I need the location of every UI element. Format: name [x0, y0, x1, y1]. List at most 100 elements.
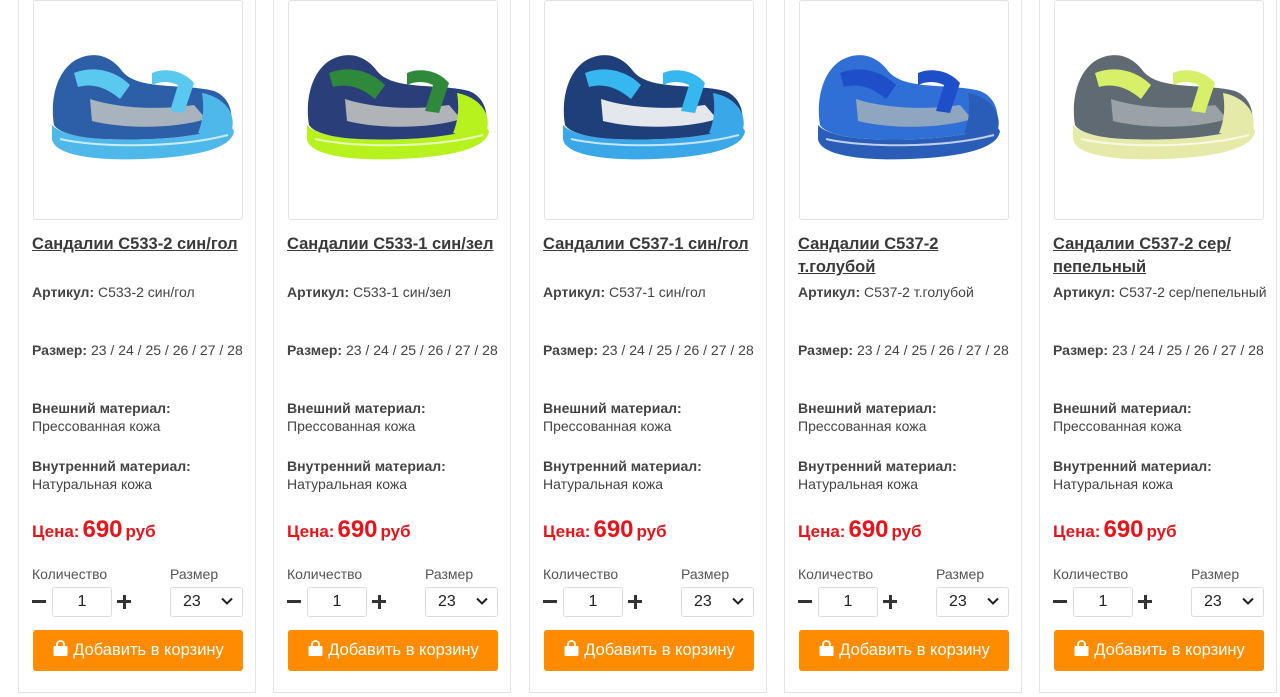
add-to-cart-button[interactable]: Добавить в корзину	[799, 630, 1009, 671]
quantity-increase-button[interactable]	[372, 586, 387, 616]
product-price: Цена: 690 руб	[32, 516, 156, 543]
product-outer-material: Внешний материал: Прессованная кожа	[543, 400, 682, 434]
add-to-cart-label: Добавить в корзину	[839, 641, 990, 659]
product-title-link[interactable]: Сандалии C537-2 т.голубой	[798, 233, 1013, 279]
quantity-increase-button[interactable]	[1138, 586, 1153, 616]
size-select[interactable]: 23	[425, 587, 498, 617]
size-select-value: 23	[694, 593, 712, 610]
product-title-link[interactable]: Сандалии C533-1 син/зел	[287, 233, 502, 256]
quantity-decrease-button[interactable]	[287, 586, 302, 616]
quantity-decrease-button[interactable]	[543, 586, 558, 616]
quantity-label: Количество	[798, 566, 874, 582]
quantity-input[interactable]	[307, 587, 367, 617]
product-price: Цена: 690 руб	[543, 516, 667, 543]
sandal-image	[1073, 55, 1255, 160]
size-select[interactable]: 23	[681, 587, 754, 617]
product-image[interactable]	[799, 0, 1009, 220]
quantity-label: Количество	[1053, 566, 1129, 582]
size-select-value: 23	[438, 593, 456, 610]
product-sizes: Размер: 23 / 24 / 25 / 26 / 27 / 28	[287, 342, 498, 358]
product-card: Сандалии C537-2 т.голубой Артикул: C537-…	[784, 0, 1022, 693]
sandal-image	[307, 55, 489, 160]
add-to-cart-button[interactable]: Добавить в корзину	[1054, 630, 1264, 671]
shopping-bag-icon	[308, 640, 323, 656]
product-title-link[interactable]: Сандалии C537-2 сер/пепельный	[1053, 233, 1268, 279]
product-price: Цена: 690 руб	[287, 516, 411, 543]
shopping-bag-icon	[564, 640, 579, 656]
add-to-cart-label: Добавить в корзину	[1094, 641, 1245, 659]
quantity-increase-button[interactable]	[117, 586, 132, 616]
quantity-decrease-button[interactable]	[32, 586, 47, 616]
product-outer-material: Внешний материал: Прессованная кожа	[32, 400, 171, 434]
quantity-decrease-button[interactable]	[798, 586, 813, 616]
product-inner-material: Внутренний материал: Натуральная кожа	[32, 458, 191, 492]
product-price: Цена: 690 руб	[798, 516, 922, 543]
add-to-cart-label: Добавить в корзину	[73, 641, 224, 659]
size-select-label: Размер	[1191, 566, 1240, 582]
quantity-decrease-button[interactable]	[1053, 586, 1068, 616]
size-select-label: Размер	[425, 566, 474, 582]
sandal-image	[818, 55, 1000, 160]
quantity-input[interactable]	[563, 587, 623, 617]
shopping-bag-icon	[1074, 640, 1089, 656]
sandal-image	[563, 55, 745, 160]
product-sizes: Размер: 23 / 24 / 25 / 26 / 27 / 28	[32, 342, 243, 358]
add-to-cart-button[interactable]: Добавить в корзину	[544, 630, 754, 671]
add-to-cart-button[interactable]: Добавить в корзину	[33, 630, 243, 671]
product-image[interactable]	[544, 0, 754, 220]
size-select-label: Размер	[681, 566, 730, 582]
product-image[interactable]	[1054, 0, 1264, 220]
add-to-cart-label: Добавить в корзину	[328, 641, 479, 659]
add-to-cart-label: Добавить в корзину	[584, 641, 735, 659]
quantity-increase-button[interactable]	[628, 586, 643, 616]
shopping-bag-icon	[819, 640, 834, 656]
product-inner-material: Внутренний материал: Натуральная кожа	[543, 458, 702, 492]
quantity-label: Количество	[543, 566, 619, 582]
product-title-link[interactable]: Сандалии C537-1 син/гол	[543, 233, 758, 256]
product-grid: Сандалии C533-2 син/гол Артикул: C533-2 …	[0, 0, 1280, 697]
size-select-value: 23	[183, 593, 201, 610]
chevron-down-icon	[1242, 597, 1254, 605]
product-article: Артикул: C537-2 т.голубой	[798, 284, 974, 300]
quantity-input[interactable]	[52, 587, 112, 617]
product-article: Артикул: C537-1 син/гол	[543, 284, 706, 300]
size-select-value: 23	[1204, 593, 1222, 610]
size-select[interactable]: 23	[170, 587, 243, 617]
product-title-link[interactable]: Сандалии C533-2 син/гол	[32, 233, 247, 256]
product-image[interactable]	[288, 0, 498, 220]
quantity-input[interactable]	[818, 587, 878, 617]
chevron-down-icon	[476, 597, 488, 605]
product-inner-material: Внутренний материал: Натуральная кожа	[287, 458, 446, 492]
product-article: Артикул: C533-1 син/зел	[287, 284, 451, 300]
product-sizes: Размер: 23 / 24 / 25 / 26 / 27 / 28	[1053, 342, 1264, 358]
product-article: Артикул: C533-2 син/гол	[32, 284, 195, 300]
size-select-label: Размер	[170, 566, 219, 582]
product-card: Сандалии C533-2 син/гол Артикул: C533-2 …	[18, 0, 256, 693]
size-select-label: Размер	[936, 566, 985, 582]
product-outer-material: Внешний материал: Прессованная кожа	[798, 400, 937, 434]
product-card: Сандалии C537-1 син/гол Артикул: C537-1 …	[529, 0, 767, 693]
product-sizes: Размер: 23 / 24 / 25 / 26 / 27 / 28	[798, 342, 1009, 358]
quantity-label: Количество	[287, 566, 363, 582]
product-image[interactable]	[33, 0, 243, 220]
size-select[interactable]: 23	[936, 587, 1009, 617]
product-outer-material: Внешний материал: Прессованная кожа	[1053, 400, 1192, 434]
sandal-image	[52, 55, 234, 160]
size-select-value: 23	[949, 593, 967, 610]
product-card: Сандалии C537-2 сер/пепельный Артикул: C…	[1039, 0, 1277, 693]
product-card: Сандалии C533-1 син/зел Артикул: C533-1 …	[273, 0, 511, 693]
quantity-input[interactable]	[1073, 587, 1133, 617]
size-select[interactable]: 23	[1191, 587, 1264, 617]
product-inner-material: Внутренний материал: Натуральная кожа	[798, 458, 957, 492]
product-price: Цена: 690 руб	[1053, 516, 1177, 543]
chevron-down-icon	[732, 597, 744, 605]
shopping-bag-icon	[53, 640, 68, 656]
chevron-down-icon	[221, 597, 233, 605]
chevron-down-icon	[987, 597, 999, 605]
product-inner-material: Внутренний материал: Натуральная кожа	[1053, 458, 1212, 492]
product-sizes: Размер: 23 / 24 / 25 / 26 / 27 / 28	[543, 342, 754, 358]
add-to-cart-button[interactable]: Добавить в корзину	[288, 630, 498, 671]
quantity-increase-button[interactable]	[883, 586, 898, 616]
product-article: Артикул: C537-2 сер/пепельный	[1053, 284, 1267, 300]
quantity-label: Количество	[32, 566, 108, 582]
